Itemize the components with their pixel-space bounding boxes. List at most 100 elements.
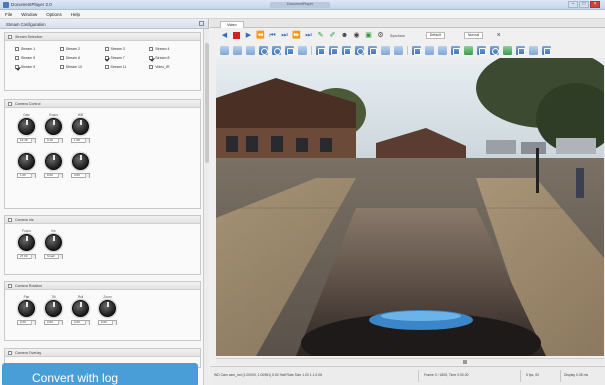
knob-dial[interactable] xyxy=(45,300,62,317)
value-spinbox[interactable]: 1.00 xyxy=(17,173,36,178)
stream-checkbox[interactable] xyxy=(149,47,154,51)
tab-video[interactable]: Video xyxy=(220,21,244,28)
maximize-button[interactable]: □ xyxy=(579,1,589,8)
knob-dial[interactable] xyxy=(45,234,62,251)
panel-scrollbar[interactable] xyxy=(203,29,209,385)
knob-dial[interactable] xyxy=(45,153,62,170)
text-tool-icon[interactable] xyxy=(381,45,390,55)
stream-item[interactable]: Stream 5 xyxy=(15,56,60,60)
line-tool-icon[interactable] xyxy=(233,45,242,55)
select-tool-icon[interactable] xyxy=(220,45,229,55)
video-frame[interactable] xyxy=(216,58,604,356)
note-tool-icon[interactable] xyxy=(394,45,403,55)
record-icon[interactable] xyxy=(233,32,240,39)
stream-item[interactable]: Stream 1 xyxy=(15,47,60,51)
knob-dial[interactable] xyxy=(18,234,35,251)
settings-icon[interactable]: ⚙ xyxy=(376,31,385,40)
default-dropdown[interactable]: Default xyxy=(425,32,445,39)
stream-checkbox[interactable] xyxy=(149,56,154,60)
stream-checkbox[interactable] xyxy=(104,56,109,60)
prev-frame-icon[interactable]: ⏮ xyxy=(268,31,277,40)
stream-checkbox[interactable] xyxy=(104,65,109,69)
collapse-icon[interactable] xyxy=(8,351,12,355)
fast-forward-icon[interactable]: ⏩ xyxy=(292,31,301,40)
convert-button[interactable]: Convert with log xyxy=(2,363,198,385)
stream-checkbox[interactable] xyxy=(15,65,19,69)
rewind-icon[interactable]: ⏪ xyxy=(256,31,265,40)
skip-end-icon[interactable]: ⏭ xyxy=(304,31,313,40)
screen-tool-icon[interactable] xyxy=(451,45,460,55)
value-spinbox[interactable]: 0.00 xyxy=(44,320,63,325)
value-spinbox[interactable]: 0.19 xyxy=(44,138,63,143)
group-header[interactable]: Camera Rotation xyxy=(5,282,200,290)
knob-dial[interactable] xyxy=(72,118,89,135)
close-button[interactable]: × xyxy=(590,1,600,8)
next-frame-icon[interactable]: ⏭ xyxy=(280,31,289,40)
circle-tool-icon[interactable] xyxy=(259,45,268,55)
stream-checkbox[interactable] xyxy=(104,47,109,51)
stream-checkbox[interactable] xyxy=(59,65,64,69)
menu-window[interactable]: Window xyxy=(21,12,37,17)
stream-item[interactable]: Video_IR xyxy=(149,65,194,69)
collapse-icon[interactable] xyxy=(8,218,12,222)
stream-item[interactable]: Stream 2 xyxy=(59,47,105,51)
value-spinbox[interactable]: Small xyxy=(44,254,63,259)
fit-tool-icon[interactable] xyxy=(342,45,351,55)
value-spinbox[interactable]: 0.00 xyxy=(44,173,63,178)
measure-tool-icon[interactable] xyxy=(516,45,525,55)
group-header[interactable]: Camera Overlay xyxy=(5,349,200,357)
value-spinbox[interactable]: 19.48 xyxy=(17,138,36,143)
group-header[interactable]: Camera Iris xyxy=(5,216,200,224)
value-spinbox[interactable]: 27.00 xyxy=(17,254,36,259)
check-tool-icon[interactable] xyxy=(503,45,512,55)
stream-checkbox[interactable] xyxy=(149,65,154,69)
zoom-tool-icon[interactable] xyxy=(316,45,325,55)
stream-item[interactable]: Stream 7 xyxy=(104,56,150,60)
value-spinbox[interactable]: 0.00 xyxy=(98,320,117,325)
stream-item[interactable]: Stream 10 xyxy=(59,65,105,69)
stream-item[interactable]: Stream 6 xyxy=(59,56,105,60)
ruler-tool-icon[interactable] xyxy=(529,45,538,55)
horizontal-scrollbar[interactable] xyxy=(216,358,604,365)
knob-dial[interactable] xyxy=(45,118,62,135)
angle-tool-icon[interactable] xyxy=(246,45,255,55)
layers-tool-icon[interactable] xyxy=(412,45,421,55)
knob-dial[interactable] xyxy=(18,153,35,170)
info-tool-icon[interactable] xyxy=(425,45,434,55)
rect-tool-icon[interactable] xyxy=(285,45,294,55)
collapse-icon[interactable] xyxy=(8,102,12,106)
snapshot-icon[interactable]: ▣ xyxy=(364,31,373,40)
menu-options[interactable]: Options xyxy=(46,12,62,17)
value-spinbox[interactable]: 0.00 xyxy=(17,320,36,325)
collapse-icon[interactable] xyxy=(8,35,12,39)
stream-checkbox[interactable] xyxy=(15,56,19,60)
close-icon[interactable]: × xyxy=(494,31,503,40)
group-header[interactable]: Stream Selection xyxy=(5,33,200,41)
scroll-handle[interactable] xyxy=(463,360,467,364)
export-tool-icon[interactable] xyxy=(464,45,473,55)
stream-item[interactable]: Stream 3 xyxy=(104,47,150,51)
people-icon[interactable]: ☻ xyxy=(340,31,349,40)
knob-dial[interactable] xyxy=(72,300,89,317)
stream-item[interactable]: Stream 11 xyxy=(104,65,150,69)
pen-icon[interactable]: ✎ xyxy=(316,31,325,40)
stream-checkbox[interactable] xyxy=(59,47,64,51)
stream-item[interactable]: Stream 8 xyxy=(149,56,194,60)
knob-dial[interactable] xyxy=(99,300,116,317)
normal-dropdown[interactable]: Normal xyxy=(463,32,484,39)
value-spinbox[interactable]: 1.08 xyxy=(71,138,90,143)
knob-dial[interactable] xyxy=(72,153,89,170)
camera-icon[interactable]: ◉ xyxy=(352,31,361,40)
minus-tool-icon[interactable] xyxy=(438,45,447,55)
grid-tool-icon[interactable] xyxy=(298,45,307,55)
play-icon[interactable]: ▶ xyxy=(244,31,253,40)
value-spinbox[interactable]: 0.00 xyxy=(71,173,90,178)
group-header[interactable]: Camera Control xyxy=(5,100,200,108)
stream-item[interactable]: Stream 4 xyxy=(149,47,194,51)
minimize-button[interactable]: – xyxy=(568,1,578,8)
step-back-icon[interactable]: ◀ xyxy=(220,31,229,40)
color-tool-icon[interactable] xyxy=(490,45,499,55)
knob-dial[interactable] xyxy=(18,300,35,317)
stream-checkbox[interactable] xyxy=(15,47,19,51)
crop-tool-icon[interactable] xyxy=(368,45,377,55)
